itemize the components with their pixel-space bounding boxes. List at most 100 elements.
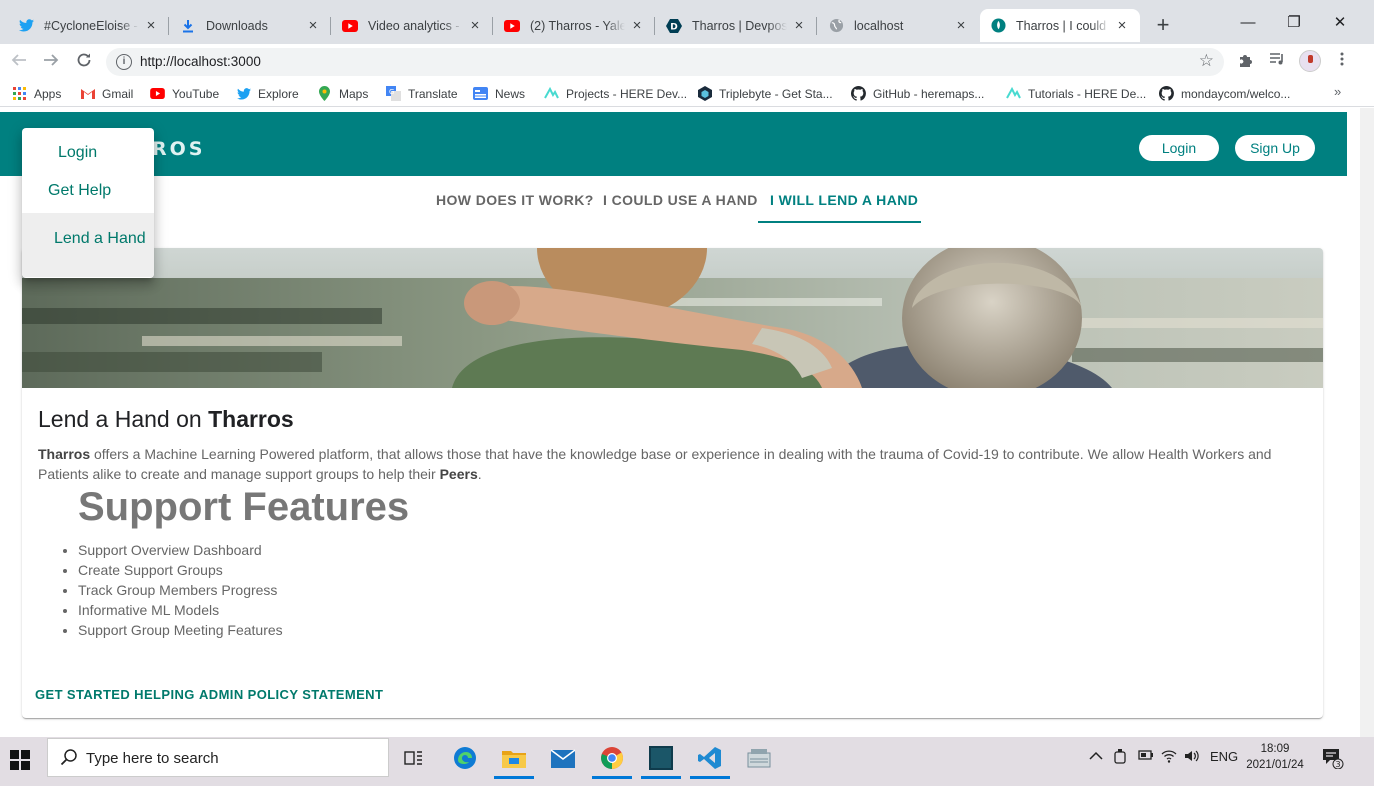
description-brand: Tharros [38,446,91,462]
tab-divider [330,17,331,35]
bookmark-news[interactable]: News [473,85,525,102]
bookmark-here-projects[interactable]: Projects - HERE Dev... [544,85,687,102]
signup-button[interactable]: Sign Up [1235,135,1315,161]
bookmark-github-mondaycom[interactable]: mondaycom/welco... [1159,85,1290,102]
bookmark-youtube[interactable]: YouTube [150,85,219,102]
window-close-button[interactable]: ✕ [1317,10,1363,36]
terminal-app-icon[interactable] [639,740,683,779]
web-page: ROS Login Sign Up Login Get Help Lend a … [0,108,1360,737]
app-bar: ROS Login Sign Up [0,112,1347,176]
card-description: Tharros offers a Machine Learning Powere… [38,444,1308,484]
menu-item-get-help[interactable]: Get Help [22,182,154,200]
close-icon[interactable]: × [953,17,969,34]
bookmark-gmail[interactable]: Gmail [80,85,133,102]
browser-tab[interactable]: (2) Tharros - YaleC × [494,9,655,42]
close-icon[interactable]: × [1114,17,1130,34]
virtualbox-icon[interactable] [737,740,781,776]
bookmark-star-icon[interactable]: ☆ [1199,51,1214,71]
profile-avatar[interactable] [1299,50,1321,72]
close-icon[interactable]: × [791,17,807,34]
notification-center-icon[interactable]: 3 [1322,747,1344,772]
menu-item-lend-a-hand[interactable]: Lend a Hand [22,213,154,277]
browser-tab[interactable]: #CycloneEloise - T × [8,9,169,42]
windows-taskbar: Type here to search ENG 18:09 2021/01/24 [0,737,1374,786]
minimize-button[interactable]: — [1225,10,1271,36]
list-item: Support Group Meeting Features [78,620,283,640]
task-view-icon[interactable] [392,740,436,776]
browser-tab[interactable]: Video analytics - Y × [332,9,493,42]
close-icon[interactable]: × [143,17,159,34]
nav-tabs: HOW DOES IT WORK? I COULD USE A HAND I W… [0,176,1347,228]
reload-icon[interactable] [73,51,95,73]
title-prefix: Lend a Hand on [38,406,209,432]
edge-browser-icon[interactable] [443,740,487,776]
svg-text:D: D [670,22,677,32]
browser-tab[interactable]: D Tharros | Devpost × [656,9,817,42]
forward-arrow-icon[interactable] [40,51,62,73]
bookmark-apps[interactable]: Apps [12,85,61,102]
tray-overflow-chevron-icon[interactable] [1089,749,1103,764]
bookmarks-overflow-button[interactable]: » [1334,84,1341,99]
url-text[interactable]: http://localhost:3000 [140,54,261,69]
clock-time: 18:09 [1260,743,1290,755]
windows-start-icon[interactable] [10,750,34,774]
bookmark-triplebyte[interactable]: Triplebyte - Get Sta... [697,85,833,102]
new-tab-button[interactable]: + [1152,14,1174,36]
mail-icon[interactable] [541,740,585,776]
volume-icon[interactable] [1184,749,1200,766]
close-icon[interactable]: × [467,17,483,34]
features-heading: Support Features [78,485,410,529]
tray-device-icon[interactable] [1113,749,1127,768]
chrome-menu-icon[interactable] [1332,52,1352,72]
tab-how-does-it-work[interactable]: HOW DOES IT WORK? [436,192,594,208]
page-scrollbar[interactable] [1360,108,1374,737]
maximize-button[interactable]: ❐ [1271,10,1317,36]
wifi-icon[interactable] [1161,749,1177,766]
taskbar-search-box[interactable]: Type here to search [47,738,389,777]
bookmark-maps[interactable]: Maps [317,85,368,102]
close-icon[interactable]: × [305,17,321,34]
twitter-icon [18,18,34,34]
back-arrow-icon[interactable] [8,51,30,73]
description-text: offers a Machine Learning Powered platfo… [38,446,1272,482]
bookmark-label: Tutorials - HERE De... [1028,86,1147,101]
devpost-icon: D [666,18,682,34]
tab-divider [492,17,493,35]
browser-tab-active[interactable]: Tharros | I could u × [980,9,1140,42]
get-started-helping-button[interactable]: GET STARTED HELPING [35,687,195,702]
bookmark-label: Maps [339,86,369,101]
bookmark-explore[interactable]: Explore [236,85,299,102]
tab-i-could-use-a-hand[interactable]: I COULD USE A HAND [603,192,758,208]
file-explorer-icon[interactable] [492,740,536,779]
vscode-icon[interactable] [688,740,732,779]
battery-icon[interactable] [1138,749,1154,764]
menu-item-login[interactable]: Login [22,144,154,162]
card-title: Lend a Hand on Tharros [38,406,294,433]
apps-grid-icon [12,86,27,101]
media-queue-icon[interactable] [1267,52,1287,72]
close-icon[interactable]: × [629,17,645,34]
browser-tab[interactable]: Downloads × [170,9,331,42]
github-icon [851,86,866,101]
tab-divider [168,17,169,35]
maps-pin-icon [317,86,332,101]
login-button[interactable]: Login [1139,135,1219,161]
bookmark-here-tutorials[interactable]: Tutorials - HERE De... [1006,85,1146,102]
tab-divider [654,17,655,35]
system-clock[interactable]: 18:09 2021/01/24 [1240,741,1310,773]
chrome-icon[interactable] [590,740,634,779]
list-item: Track Group Members Progress [78,580,283,600]
admin-policy-statement-button[interactable]: ADMIN POLICY STATEMENT [199,687,383,702]
twitter-icon [236,86,251,101]
address-bar[interactable]: i http://localhost:3000 ☆ [106,48,1224,76]
bookmark-github-heremaps[interactable]: GitHub - heremaps... [851,85,984,102]
browser-tab[interactable]: localhost × [818,9,979,42]
bookmark-label: YouTube [172,86,220,101]
language-indicator[interactable]: ENG [1210,749,1238,764]
active-tab-indicator [758,221,921,223]
tab-i-will-lend-a-hand[interactable]: I WILL LEND A HAND [770,192,918,208]
bookmark-translate[interactable]: G Translate [386,85,458,102]
extensions-puzzle-icon[interactable] [1236,52,1256,72]
info-icon[interactable]: i [116,54,132,70]
brand-logo[interactable]: ROS [152,138,205,160]
